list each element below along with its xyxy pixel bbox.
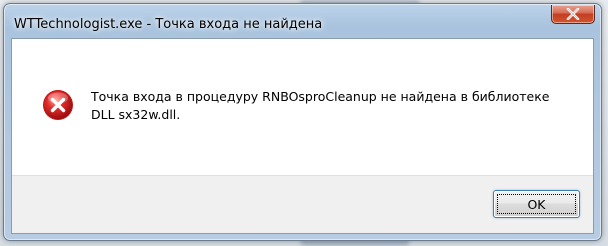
ok-button[interactable]: OK xyxy=(493,190,580,218)
error-message: Точка входа в процедуру RNBOsproCleanup … xyxy=(91,89,550,122)
close-icon xyxy=(566,8,580,20)
message-area: Точка входа в процедуру RNBOsproCleanup … xyxy=(12,39,593,175)
error-icon xyxy=(43,90,73,120)
ok-button-label: OK xyxy=(527,196,546,212)
desktop-background: WTTechnologist.exe - Точка входа не найд… xyxy=(0,0,608,246)
title-bar[interactable]: WTTechnologist.exe - Точка входа не найд… xyxy=(4,4,601,38)
button-bar: OK xyxy=(12,175,593,233)
error-dialog-window: WTTechnologist.exe - Точка входа не найд… xyxy=(3,3,602,241)
window-title: WTTechnologist.exe - Точка входа не найд… xyxy=(14,17,323,32)
dialog-content: Точка входа в процедуру RNBOsproCleanup … xyxy=(11,38,594,234)
close-button[interactable] xyxy=(551,5,595,24)
